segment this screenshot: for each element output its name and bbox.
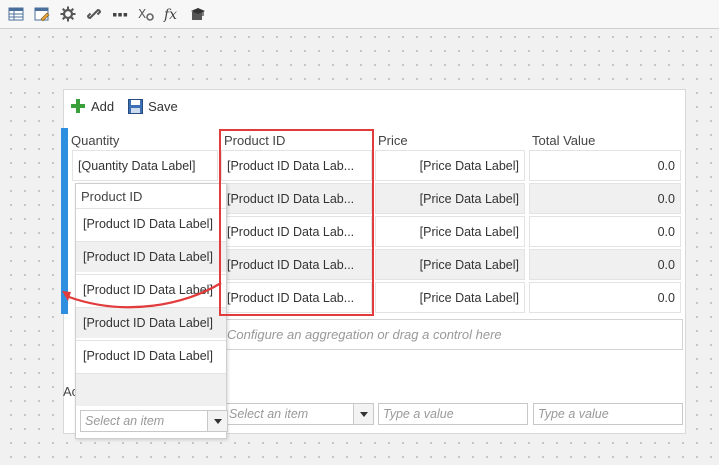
add-button[interactable]: Add — [70, 98, 114, 114]
cell-price[interactable]: [Price Data Label] — [375, 216, 525, 247]
cell-quantity[interactable]: [Quantity Data Label] — [72, 150, 218, 181]
toolbar: X fx — [0, 0, 719, 29]
graduation-cap-icon[interactable] — [188, 4, 208, 24]
aggregation-drop-area[interactable]: Configure an aggregation or drag a contr… — [222, 319, 683, 350]
ghost-aggregation-select: Select an item — [80, 410, 228, 432]
aggregation-select-placeholder: Select an item — [229, 407, 309, 421]
ghost-select-placeholder: Select an item — [85, 414, 165, 428]
ghost-cell: [Product ID Data Label] — [76, 208, 226, 239]
chevron-down-icon[interactable] — [353, 404, 373, 424]
cell-total-value[interactable]: 0.0 — [529, 216, 681, 247]
ghost-empty-cell — [76, 373, 226, 406]
aggregation-select[interactable]: Select an item — [224, 403, 374, 425]
add-label: Add — [91, 98, 115, 114]
function-icon[interactable]: fx — [162, 4, 182, 24]
table-icon[interactable] — [6, 4, 26, 24]
product-id-column-highlight — [219, 129, 374, 316]
aggregation-label: Ac — [63, 384, 75, 399]
drag-arrow-icon — [62, 282, 222, 309]
ghost-column-header: Product ID — [81, 189, 143, 204]
cell-total-value[interactable]: 0.0 — [529, 150, 681, 181]
link-icon[interactable] — [84, 4, 104, 24]
edit-form-icon[interactable] — [32, 4, 52, 24]
command-bar: Add Save — [64, 90, 685, 122]
svg-text:fx: fx — [163, 7, 177, 22]
cell-total-value[interactable]: 0.0 — [529, 183, 681, 214]
settings-code-icon[interactable]: X — [136, 4, 156, 24]
ghost-cell: [Product ID Data Label] — [76, 340, 226, 371]
cell-price[interactable]: [Price Data Label] — [375, 282, 525, 313]
plus-icon — [71, 99, 85, 113]
save-label: Save — [148, 98, 178, 114]
value-input[interactable]: Type a value — [533, 403, 683, 425]
ellipsis-icon[interactable] — [110, 4, 130, 24]
gear-icon[interactable] — [58, 4, 78, 24]
value-input[interactable]: Type a value — [378, 403, 528, 425]
cell-total-value[interactable]: 0.0 — [529, 282, 681, 313]
cell-total-value[interactable]: 0.0 — [529, 249, 681, 280]
save-button[interactable]: Save — [128, 98, 178, 114]
ghost-cell: [Product ID Data Label] — [76, 241, 226, 272]
cell-price[interactable]: [Price Data Label] — [375, 249, 525, 280]
cell-price[interactable]: [Price Data Label] — [375, 183, 525, 214]
save-icon — [128, 98, 144, 114]
cell-price[interactable]: [Price Data Label] — [375, 150, 525, 181]
chevron-down-icon — [207, 411, 227, 431]
svg-text:X: X — [138, 7, 146, 21]
